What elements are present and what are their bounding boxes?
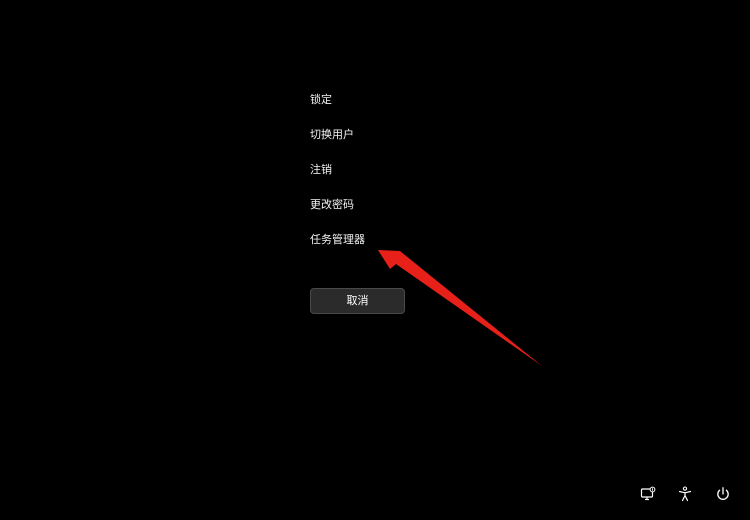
menu-item-change-password[interactable]: 更改密码 [310, 193, 365, 216]
accessibility-button[interactable] [675, 484, 695, 504]
menu-item-task-manager[interactable]: 任务管理器 [310, 228, 365, 251]
menu-item-sign-out[interactable]: 注销 [310, 158, 365, 181]
menu-item-switch-user[interactable]: 切换用户 [310, 123, 365, 146]
accessibility-icon [678, 486, 692, 502]
power-icon [717, 487, 729, 500]
security-options-menu: 锁定 切换用户 注销 更改密码 任务管理器 [310, 88, 365, 263]
cancel-button[interactable]: 取消 [310, 288, 405, 314]
menu-item-lock[interactable]: 锁定 [310, 88, 365, 111]
network-button[interactable] [638, 484, 658, 504]
network-icon [640, 486, 656, 501]
red-arrow-annotation [378, 250, 542, 366]
ctrl-alt-del-screen: 锁定 切换用户 注销 更改密码 任务管理器 取消 [0, 0, 750, 520]
power-button[interactable] [713, 484, 733, 504]
